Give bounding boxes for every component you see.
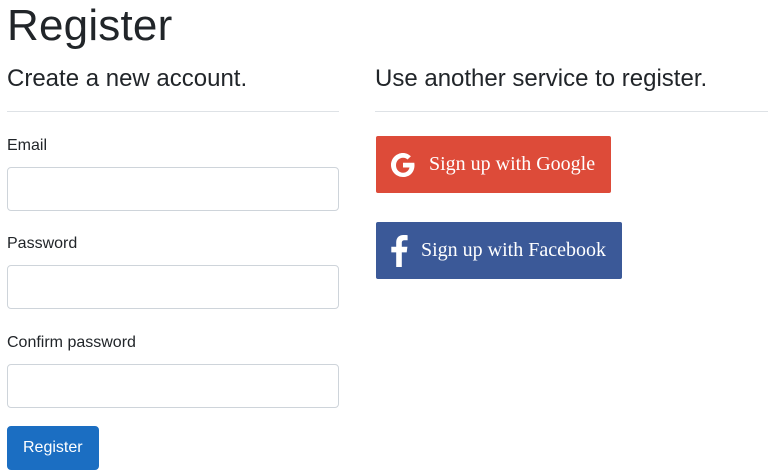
- facebook-f-icon: [390, 234, 408, 267]
- external-register-section: Use another service to register. Sign up…: [375, 64, 768, 279]
- register-page: Register Create a new account. Email Pas…: [0, 0, 768, 472]
- password-field[interactable]: [7, 265, 339, 309]
- local-register-section: Create a new account. Email Password Con…: [7, 64, 339, 470]
- local-register-heading: Create a new account.: [7, 65, 248, 92]
- page-title: Register: [7, 1, 173, 50]
- google-g-icon: [388, 150, 418, 180]
- local-register-divider: [7, 111, 339, 112]
- email-label: Email: [7, 137, 48, 154]
- facebook-signup-button[interactable]: Sign up with Facebook: [376, 222, 622, 279]
- facebook-signup-label: Sign up with Facebook: [421, 239, 606, 261]
- google-signup-button[interactable]: Sign up with Google: [376, 136, 611, 193]
- password-label: Password: [7, 235, 78, 252]
- google-signup-label: Sign up with Google: [429, 153, 596, 175]
- register-button[interactable]: Register: [7, 426, 99, 470]
- email-field[interactable]: [7, 167, 339, 211]
- confirm-password-label: Confirm password: [7, 334, 136, 351]
- external-register-divider: [375, 111, 768, 112]
- confirm-password-field[interactable]: [7, 364, 339, 408]
- external-register-heading: Use another service to register.: [375, 65, 708, 92]
